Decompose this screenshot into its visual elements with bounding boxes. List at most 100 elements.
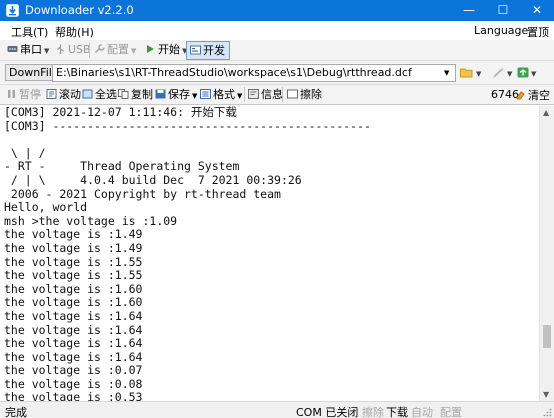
scroll-button[interactable]: 滚动: [46, 87, 81, 103]
menu-language[interactable]: Language: [474, 24, 528, 37]
wand-dropdown-arrow[interactable]: ▼: [507, 70, 512, 78]
wand-icon[interactable]: [493, 67, 505, 78]
console-line: the voltage is :1.60: [4, 295, 143, 310]
pause-button[interactable]: 暂停: [6, 87, 41, 103]
refresh-dropdown-arrow[interactable]: ▼: [531, 70, 536, 78]
status-erase: 擦除: [362, 406, 384, 418]
toolbar-separator: [89, 43, 90, 58]
develop-label: 开发: [203, 44, 225, 57]
format-icon: [200, 89, 211, 99]
serial-port-icon: [7, 46, 18, 52]
menu-help[interactable]: 帮助(H): [55, 24, 94, 40]
info-icon: [248, 89, 259, 99]
save-button[interactable]: 保存 ▼: [155, 87, 197, 103]
menu-bar: 工具(T) 帮助(H) Language 置顶: [0, 21, 554, 40]
app-icon: [6, 4, 19, 17]
console-line: the voltage is :1.55: [4, 268, 143, 283]
status-text: 完成: [5, 406, 27, 418]
maximize-button[interactable]: ☐: [486, 0, 520, 21]
usb-button[interactable]: USB: [55, 42, 91, 59]
console-line: 2006 - 2021 Copyright by rt-thread team: [4, 186, 281, 201]
select-all-icon: [82, 89, 93, 99]
console-line: [COM3] 2021-12-07 1:11:46: 开始下载: [4, 106, 237, 119]
toolbar-separator: [244, 87, 245, 102]
console-line: / | \ 4.0.4 build Dec 7 2021 00:39:26: [4, 172, 302, 187]
console-line: the voltage is :1.55: [4, 254, 143, 269]
console-line: the voltage is :1.64: [4, 336, 143, 351]
console-line: Hello, world: [4, 200, 88, 215]
green-refresh-icon[interactable]: [517, 67, 529, 78]
console-line: the voltage is :1.64: [4, 349, 143, 364]
wrench-icon: [95, 44, 105, 53]
pause-icon: [8, 90, 15, 98]
console-line: the voltage is :0.07: [4, 363, 143, 378]
develop-icon: [190, 45, 201, 55]
vertical-scrollbar[interactable]: ▲ ▼: [539, 106, 554, 401]
config-label: 配置: [107, 43, 129, 56]
usb-icon: [57, 44, 64, 54]
erase-label: 擦除: [300, 88, 322, 101]
format-button[interactable]: 格式 ▼: [200, 87, 242, 103]
console-output[interactable]: [COM3] 2021-12-07 1:11:46: 开始下载 [COM3] -…: [0, 106, 539, 401]
info-button[interactable]: 信息: [248, 87, 283, 103]
erase-icon: [287, 89, 298, 99]
file-bar: DownFile E:\Binaries\s1\RT-ThreadStudio\…: [0, 61, 554, 85]
console-line: - RT - Thread Operating System: [4, 159, 240, 174]
window-title: Downloader v2.2.0: [25, 3, 134, 17]
status-download: 下载: [386, 406, 408, 418]
select-all-button[interactable]: 全选: [82, 87, 117, 103]
scroll-label: 滚动: [59, 88, 81, 101]
config-button[interactable]: 配置 ▼: [94, 42, 136, 59]
status-auto: 自动: [411, 406, 433, 418]
scroll-up-arrow[interactable]: ▲: [543, 108, 549, 117]
serial-label: 串口: [20, 43, 42, 56]
usb-label: USB: [68, 43, 91, 56]
menu-pin-top[interactable]: 置顶: [527, 24, 549, 40]
save-dropdown-arrow[interactable]: ▼: [192, 92, 197, 100]
info-label: 信息: [261, 88, 283, 101]
resize-grip-icon[interactable]: [543, 408, 552, 417]
console-toolbar: 暂停 滚动 全选 复制 保存 ▼ 格式 ▼ 信息 擦除 6746 清空: [0, 85, 554, 105]
folder-dropdown-arrow[interactable]: ▼: [476, 70, 481, 78]
status-bar: 完成 COM 已关闭 擦除 下载 自动 配置: [0, 401, 554, 418]
save-icon: [155, 89, 166, 99]
config-dropdown-arrow[interactable]: ▼: [131, 47, 136, 55]
start-label: 开始: [158, 43, 180, 56]
clear-icon: [516, 91, 525, 100]
scroll-thumb[interactable]: [543, 325, 551, 348]
clear-button[interactable]: 清空: [515, 87, 550, 103]
copy-label: 复制: [131, 88, 153, 101]
copy-icon: [118, 89, 129, 99]
title-bar: Downloader v2.2.0 — ☐ ✕: [0, 0, 554, 21]
scroll-icon: [46, 89, 57, 99]
file-path-field[interactable]: E:\Binaries\s1\RT-ThreadStudio\workspace…: [52, 64, 456, 82]
console-line: the voltage is :1.49: [4, 227, 143, 242]
console-line: the voltage is :1.60: [4, 281, 143, 296]
erase-button[interactable]: 擦除: [287, 87, 322, 103]
minimize-button[interactable]: —: [452, 0, 486, 21]
console-line: the voltage is :0.08: [4, 376, 143, 391]
develop-button[interactable]: 开发: [186, 41, 230, 60]
status-config: 配置: [440, 406, 462, 418]
pause-label: 暂停: [19, 88, 41, 101]
clear-label: 清空: [528, 89, 550, 102]
close-button[interactable]: ✕: [520, 0, 554, 21]
console-line: the voltage is :1.64: [4, 322, 143, 337]
com-status: COM 已关闭: [296, 406, 359, 418]
console-text: [COM3] 2021-12-07 1:11:46: 开始下载 [COM3] -…: [4, 106, 371, 401]
console-line: \ | /: [4, 145, 46, 160]
start-button[interactable]: 开始 ▼: [145, 42, 187, 59]
console-line: the voltage is :0.53: [4, 390, 143, 401]
serial-button[interactable]: 串口 ▼: [7, 42, 49, 59]
format-label: 格式: [213, 88, 235, 101]
serial-dropdown-arrow[interactable]: ▼: [44, 47, 49, 55]
copy-button[interactable]: 复制: [118, 87, 153, 103]
select-all-label: 全选: [95, 88, 117, 101]
path-dropdown-arrow[interactable]: ▼: [444, 69, 449, 77]
format-dropdown-arrow[interactable]: ▼: [237, 92, 242, 100]
menu-tools[interactable]: 工具(T): [11, 24, 48, 40]
folder-open-icon[interactable]: [460, 67, 474, 78]
save-label: 保存: [168, 88, 190, 101]
console-line: the voltage is :1.64: [4, 308, 143, 323]
scroll-down-arrow[interactable]: ▼: [543, 390, 549, 399]
